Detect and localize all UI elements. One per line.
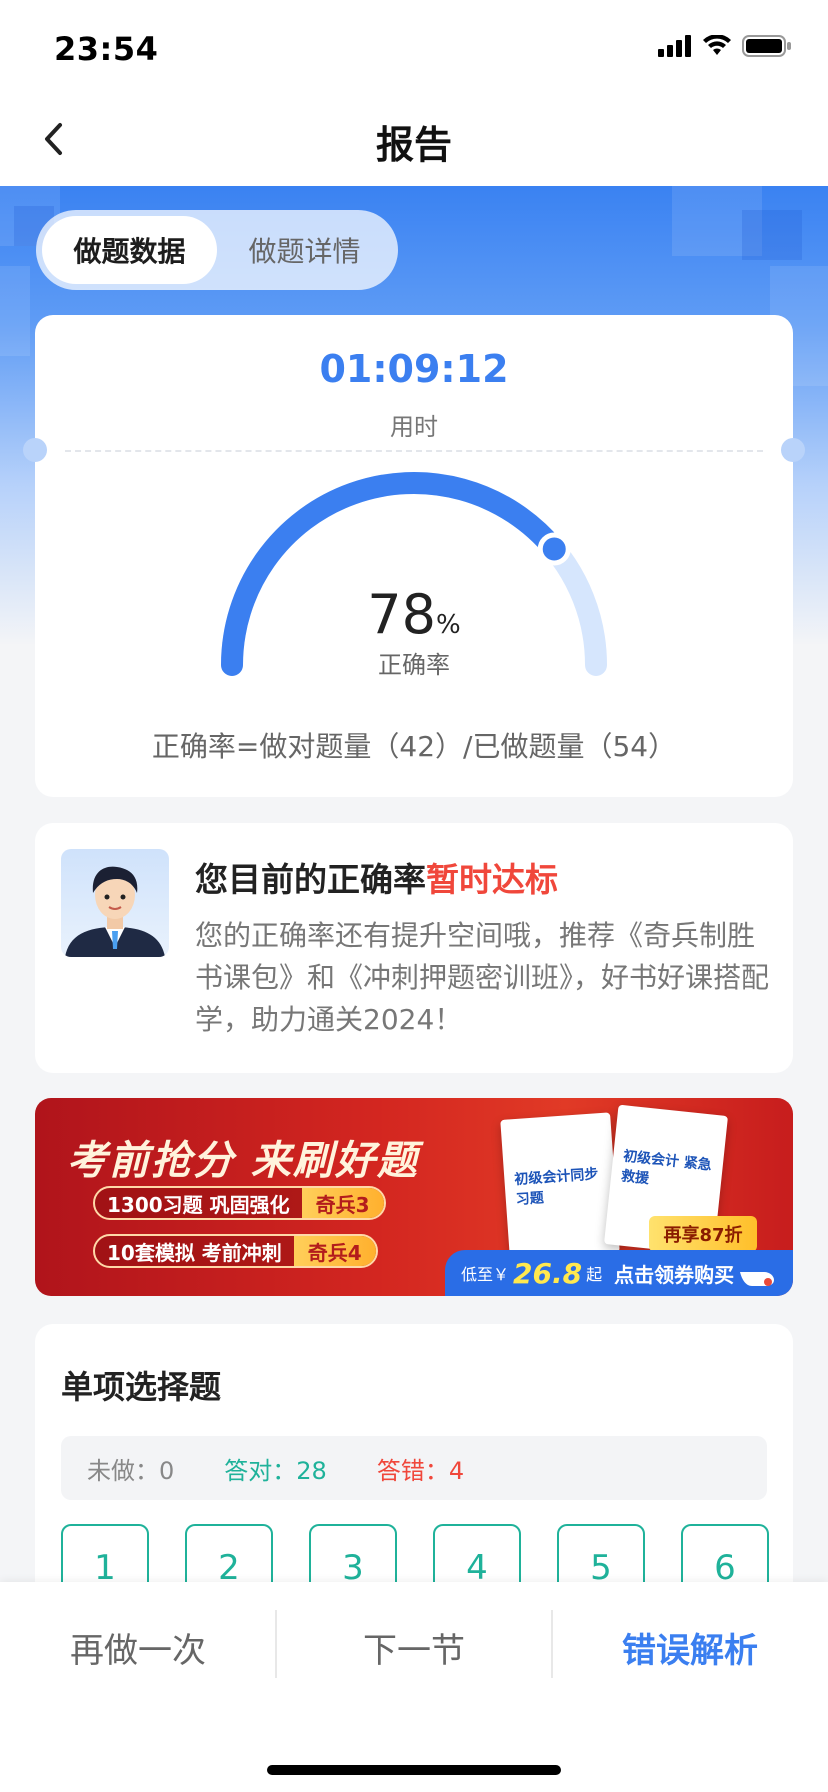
home-indicator <box>267 1765 561 1775</box>
book-cover-2-text: 初级会计 紧急救援 <box>620 1148 713 1188</box>
buy-bar[interactable]: 低至￥ 26.8 起 点击领券购买 <box>445 1250 793 1296</box>
answer-stats: 未做：0 答对：28 答错：4 <box>61 1436 767 1500</box>
navbar: 报告 <box>0 92 828 186</box>
tab-practice-data[interactable]: 做题数据 <box>42 216 217 284</box>
price-value: 26.8 <box>513 1256 583 1290</box>
elapsed-time: 01:09:12 <box>319 347 509 391</box>
accuracy-unit: % <box>436 610 461 640</box>
battery-icon <box>742 35 791 57</box>
book-cover-1-text: 初级会计同步习题 <box>513 1166 599 1209</box>
advice-card: 您目前的正确率暂时达标 您的正确率还有提升空间哦，推荐《奇兵制胜书课包》和《冲刺… <box>35 823 793 1073</box>
accuracy-label: 正确率 <box>378 651 450 679</box>
banner-row-1: 1300习题 巩固强化 奇兵3 <box>93 1186 386 1220</box>
pointer-hand-icon <box>740 1272 775 1286</box>
stat-wrong: 答错：4 <box>376 1456 465 1485</box>
gauge-knob <box>537 532 571 566</box>
price-prefix: 低至￥ <box>461 1265 510 1284</box>
buy-cta: 点击领券购买 <box>614 1262 735 1287</box>
banner-row-2: 10套模拟 考前冲刺 奇兵4 <box>93 1234 378 1268</box>
price-suffix: 起 <box>586 1265 603 1284</box>
accuracy-formula: 正确率=做对题量（42）/已做题量（54） <box>151 730 677 763</box>
banner-title: 考前抢分 来刷好题 <box>67 1138 419 1184</box>
banner-row-2-tag: 奇兵4 <box>293 1236 376 1266</box>
report-tabs: 做题数据 做题详情 <box>36 210 398 290</box>
book-cover-1: 初级会计同步习题 <box>500 1112 620 1260</box>
advice-status: 暂时达标 <box>426 860 558 899</box>
redo-button[interactable]: 再做一次 <box>0 1582 276 1712</box>
discount-badge: 再享87折 <box>649 1216 757 1252</box>
ticket-notch-left <box>23 438 47 462</box>
wifi-icon <box>703 35 731 55</box>
banner-row-2-text: 10套模拟 考前冲刺 <box>107 1240 282 1265</box>
banner-row-1-text: 1300习题 巩固强化 <box>107 1192 290 1217</box>
promo-banner[interactable]: 考前抢分 来刷好题 1300习题 巩固强化 奇兵3 10套模拟 考前冲刺 奇兵4… <box>35 1098 793 1296</box>
accuracy-value: 78% <box>35 583 793 646</box>
bottom-action-bar: 再做一次 下一节 错误解析 <box>0 1582 828 1792</box>
signal-icon <box>658 35 691 57</box>
ticket-notch-right <box>781 438 805 462</box>
divider <box>65 450 763 452</box>
next-section-button[interactable]: 下一节 <box>276 1582 552 1712</box>
advice-title-prefix: 您目前的正确率 <box>195 860 426 899</box>
section-title: 单项选择题 <box>61 1368 222 1406</box>
accuracy-number: 78 <box>367 583 436 646</box>
advice-text: 您的正确率还有提升空间哦，推荐《奇兵制胜书课包》和《冲刺押题密训班》，好书好课搭… <box>195 919 770 1036</box>
tab-practice-details[interactable]: 做题详情 <box>217 216 392 284</box>
elapsed-time-label: 用时 <box>390 413 438 441</box>
banner-row-1-tag: 奇兵3 <box>301 1188 384 1218</box>
stat-correct: 答对：28 <box>224 1456 327 1485</box>
advice-title: 您目前的正确率暂时达标 <box>195 853 558 901</box>
score-card: 01:09:12 用时 78% 正确率 正确率=做对题量（42）/已做题量（54… <box>23 315 805 797</box>
page-title: 报告 <box>375 123 452 167</box>
status-time: 23:54 <box>54 30 159 68</box>
error-analysis-button[interactable]: 错误解析 <box>552 1582 828 1712</box>
stat-undone: 未做：0 <box>87 1456 175 1485</box>
status-icons <box>658 34 792 58</box>
teacher-avatar <box>61 849 169 957</box>
status-bar: 23:54 <box>0 0 828 92</box>
